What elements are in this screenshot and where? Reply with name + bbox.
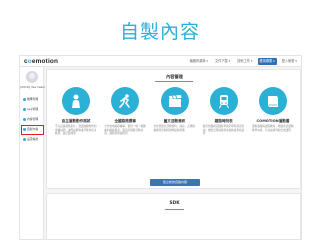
card-description: 全台各地路跑賽事，提供一場一場賽事的路線資訊、報名時間與活動內容，讓跑者快速找到 xyxy=(104,125,146,136)
logo-suffix: emotion xyxy=(31,58,59,65)
sidebar-menu: 團隊管理 App管理內容管理自製內容設定帳號 xyxy=(20,94,44,144)
sidebar-item-icon xyxy=(23,127,26,131)
nav-item[interactable]: 文件下載 ▾ xyxy=(213,58,232,65)
content-card[interactable]: COMOTION運動書 運動書籍與課程教材，收錄各式運動教學內容，可自由排列組合成… xyxy=(250,87,296,177)
team-avatar xyxy=(26,71,38,83)
sidebar-item-label: 設定帳號 xyxy=(27,137,39,141)
sidebar-item[interactable]: 自製內容 xyxy=(20,124,44,135)
sidebar-item-label: App管理 xyxy=(27,107,39,111)
section-divider xyxy=(155,81,193,82)
top-nav-menu: 機器資源庫 ▾ 文件下載 ▾ 技術工作 ▾ 應用專業 ▾ 登入帳號 ▾ xyxy=(188,58,299,65)
sdk-divider xyxy=(165,209,184,210)
sidebar-item-label: 團隊管理 xyxy=(27,97,39,101)
sidebar-item[interactable]: 團隊管理 xyxy=(20,94,44,104)
app-screenshot: coemotion 機器資源庫 ▾ 文件下載 ▾ 技術工作 ▾ 應用專業 ▾ 登入帳號 … xyxy=(19,55,302,240)
content-card[interactable]: 藝文活動資訊文化部藝文活動資料，展演、音樂與戲劇等活動時間地點與票價 xyxy=(152,87,198,177)
runner-icon xyxy=(111,87,140,115)
sidebar-item-icon xyxy=(23,97,26,101)
sidebar-item[interactable]: App管理 xyxy=(20,104,44,114)
create-content-button[interactable]: 建立新的自製內容 xyxy=(150,179,200,186)
sidebar-item-icon xyxy=(23,137,26,141)
comotion-logo[interactable]: coemotion xyxy=(24,57,58,66)
sidebar-item[interactable]: 設定帳號 xyxy=(20,134,44,144)
book-icon xyxy=(259,87,287,115)
sdk-panel: SDK xyxy=(46,193,301,239)
card-title: 自主運動動作測試 xyxy=(61,119,91,123)
sidebar-item-icon xyxy=(23,117,26,121)
sdk-title: SDK xyxy=(169,201,180,206)
person-silhouette-icon xyxy=(62,87,90,115)
film-clapper-icon xyxy=(160,87,189,115)
card-description: 運動書籍與課程教材，收錄各式運動教學內容，可自由排列組合成課程 xyxy=(252,125,294,132)
slide-title: 自製內容 xyxy=(119,21,200,43)
card-title: 藝文活動資訊 xyxy=(163,119,186,123)
content-management-panel: 內容管理 自主運動動作測試不只是錄運動影片，透過連續動作的步驟說明，讓學員能夠進… xyxy=(46,69,301,189)
sidebar: [2019] dev team 團隊管理 App管理內容管理自製內容設定帳號 xyxy=(20,67,46,239)
card-title: 全國路跑賽事 xyxy=(114,119,137,123)
nav-item[interactable]: 應用專業 ▾ xyxy=(257,58,277,65)
sidebar-item-label: 自製內容 xyxy=(27,127,39,131)
content-card[interactable]: 全國路跑賽事全台各地路跑賽事，提供一場一場賽事的路線資訊、報名時間與活動內容，讓… xyxy=(102,87,148,177)
content-cards: 自主運動動作測試不只是錄運動影片，透過連續動作的步驟說明，讓學員能夠進行動作自主… xyxy=(53,87,296,177)
card-description: 不只是錄運動影片，透過連續動作的步驟說明，讓學員能夠進行動作自主練習，並記錄成果 xyxy=(55,125,97,136)
content-card[interactable]: 自主運動動作測試不只是錄運動影片，透過連續動作的步驟說明，讓學員能夠進行動作自主… xyxy=(53,87,99,177)
team-name: [2019] dev team xyxy=(20,85,46,89)
card-title: COMOTION運動書 xyxy=(256,119,290,123)
sidebar-item-icon xyxy=(23,107,26,111)
train-icon xyxy=(209,87,238,115)
nav-item[interactable]: 機器資源庫 ▾ xyxy=(188,58,210,65)
nav-item[interactable]: 技術工作 ▾ xyxy=(235,58,254,65)
sidebar-item[interactable]: 內容管理 xyxy=(20,114,44,124)
top-navbar: coemotion 機器資源庫 ▾ 文件下載 ▾ 技術工作 ▾ 應用專業 ▾ 登入帳號 … xyxy=(20,56,301,67)
card-description: 文化部藝文活動資料，展演、音樂與戲劇等活動時間地點與票價 xyxy=(153,125,196,132)
card-title: 鐵路時刻表 xyxy=(214,119,233,123)
content-card[interactable]: 鐵路時刻表提供台鐵與高鐵各車站列車時刻表查詢，依照出發站與到達站快速查找班次 xyxy=(201,87,247,177)
nav-item[interactable]: 登入帳號 ▾ xyxy=(280,58,299,65)
sidebar-item-label: 內容管理 xyxy=(27,117,39,121)
avatar-icon xyxy=(29,73,35,79)
card-description: 提供台鐵與高鐵各車站列車時刻表查詢，依照出發站與到達站快速查找班次 xyxy=(202,125,245,136)
section-title: 內容管理 xyxy=(166,74,183,79)
